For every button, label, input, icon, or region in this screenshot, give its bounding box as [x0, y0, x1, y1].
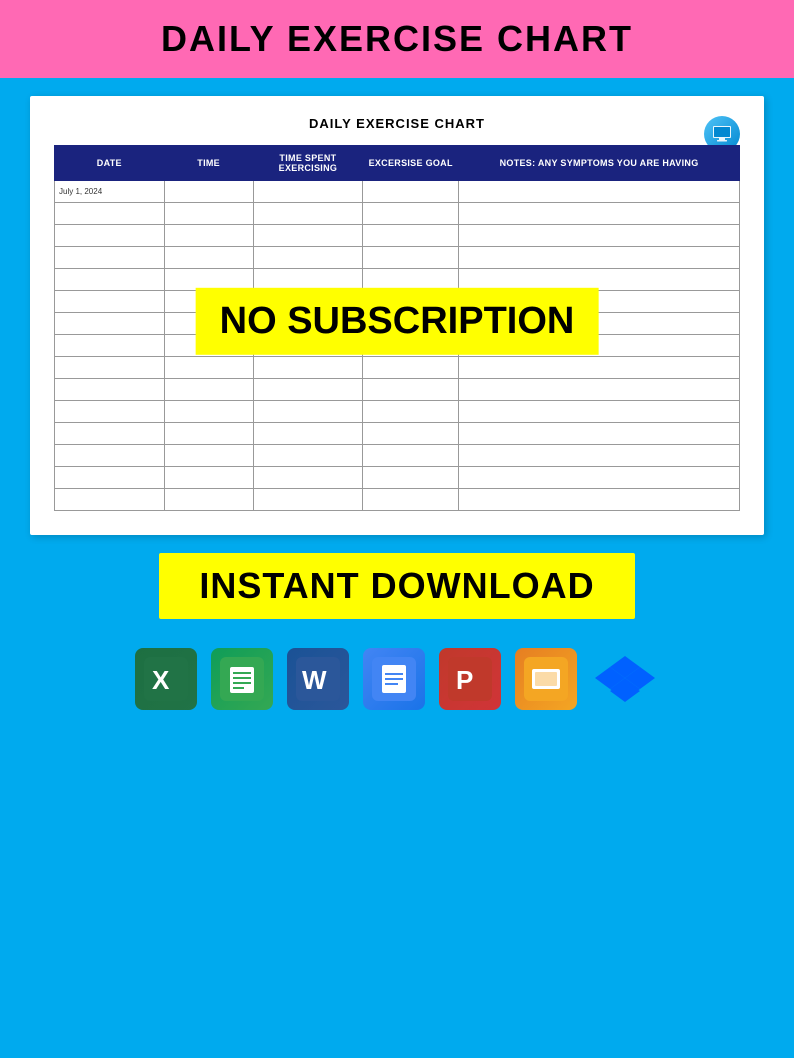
- svg-text:X: X: [152, 665, 170, 695]
- header-time-spent: TIME SPENT EXERCISING: [253, 146, 363, 181]
- header-notes: NOTES: ANY SYMPTOMS YOU ARE HAVING: [459, 146, 740, 181]
- powerpoint-icon[interactable]: P: [439, 648, 501, 710]
- table-row: [55, 247, 740, 269]
- table-row: [55, 489, 740, 511]
- dropbox-icon[interactable]: [591, 645, 659, 713]
- instant-download-banner[interactable]: INSTANT DOWNLOAD: [159, 553, 634, 619]
- google-docs-icon[interactable]: [363, 648, 425, 710]
- table-row: [55, 467, 740, 489]
- header-date: DATE: [55, 146, 165, 181]
- table-row: [55, 225, 740, 247]
- table-row: [55, 423, 740, 445]
- table-row: July 1, 2024: [55, 181, 740, 203]
- header-goal: EXCERSISE GOAL: [363, 146, 459, 181]
- table-row: [55, 401, 740, 423]
- header-time: TIME: [164, 146, 253, 181]
- no-subscription-banner: NO SUBSCRIPTION: [196, 288, 599, 355]
- excel-icon[interactable]: X: [135, 648, 197, 710]
- svg-text:P: P: [456, 665, 473, 695]
- notes-cell: [459, 181, 740, 203]
- table-row: [55, 357, 740, 379]
- google-sheets-icon[interactable]: [211, 648, 273, 710]
- goal-cell: [363, 181, 459, 203]
- table-row: [55, 203, 740, 225]
- instant-download-label: INSTANT DOWNLOAD: [199, 565, 594, 606]
- page-title: DAILY EXERCISE CHART: [0, 18, 794, 60]
- document-title: DAILY EXERCISE CHART: [309, 116, 485, 131]
- table-row: [55, 379, 740, 401]
- slides-svg: [524, 657, 568, 701]
- google-slides-icon[interactable]: [515, 648, 577, 710]
- no-subscription-text: NO SUBSCRIPTION: [220, 300, 575, 342]
- excel-svg: X: [144, 657, 188, 701]
- instant-download-section[interactable]: INSTANT DOWNLOAD: [30, 553, 764, 619]
- time-cell: [164, 181, 253, 203]
- word-icon[interactable]: W: [287, 648, 349, 710]
- monitor-icon: [711, 123, 733, 145]
- table-row: [55, 445, 740, 467]
- docs-svg: [372, 657, 416, 701]
- word-svg: W: [296, 657, 340, 701]
- app-icons-row: X W P: [0, 635, 794, 727]
- time-spent-cell: [253, 181, 363, 203]
- top-banner: DAILY EXERCISE CHART: [0, 0, 794, 78]
- document-header: DAILY EXERCISE CHART AllBusinessTemplate…: [54, 116, 740, 131]
- dropbox-svg: [594, 648, 656, 710]
- table-wrapper: DATE TIME TIME SPENT EXERCISING EXCERSIS…: [54, 145, 740, 511]
- ppt-svg: P: [448, 657, 492, 701]
- document-card: DAILY EXERCISE CHART AllBusinessTemplate…: [30, 96, 764, 535]
- sheets-svg: [220, 657, 264, 701]
- date-cell: July 1, 2024: [55, 181, 165, 203]
- svg-text:W: W: [302, 665, 327, 695]
